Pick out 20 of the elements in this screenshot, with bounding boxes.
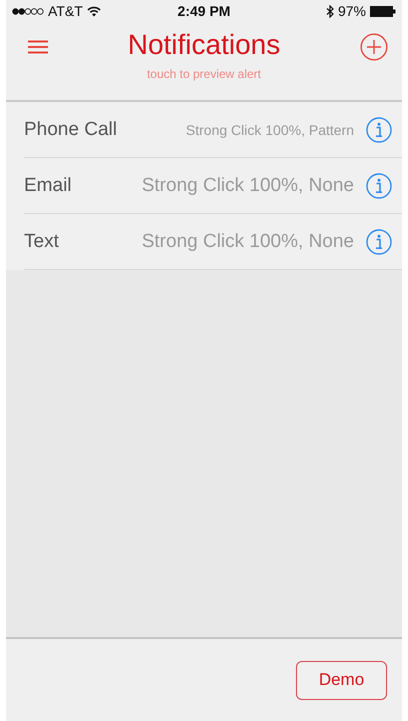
add-icon[interactable] <box>360 33 388 61</box>
row-detail: Strong Click 100%, Pattern <box>184 122 354 138</box>
row-title[interactable]: Text <box>24 230 104 252</box>
battery-label: 97% <box>338 3 366 19</box>
demo-button[interactable]: Demo <box>296 660 387 700</box>
page-title: Notifications <box>128 28 280 62</box>
row-title[interactable]: Email <box>24 174 104 196</box>
row-title[interactable]: Phone Call <box>24 118 117 140</box>
signal-icon <box>12 8 44 14</box>
battery-icon <box>370 6 396 16</box>
info-icon[interactable] <box>366 116 392 142</box>
row-detail: Strong Click 100%, None <box>140 230 354 252</box>
info-icon[interactable] <box>366 228 392 254</box>
time-label: 2:49 PM <box>178 3 230 19</box>
carrier-label: AT&T <box>48 3 83 19</box>
menu-icon[interactable] <box>28 40 48 54</box>
row-detail: Strong Click 100%, None <box>140 174 354 196</box>
bluetooth-icon <box>326 4 334 18</box>
info-icon[interactable] <box>366 172 392 198</box>
wifi-icon <box>86 6 101 16</box>
